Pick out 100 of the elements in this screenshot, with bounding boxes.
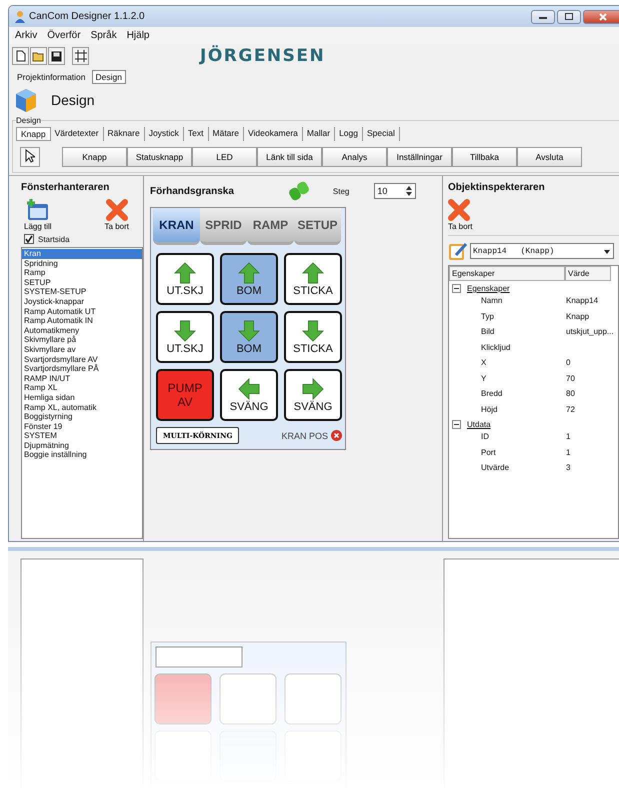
- list-item[interactable]: Joystick-knappar: [22, 296, 142, 307]
- maximize-icon: [565, 13, 573, 20]
- menu-item[interactable]: Hjälp: [126, 30, 150, 41]
- cube-icon: [13, 87, 39, 113]
- menu-item[interactable]: Språk: [90, 30, 117, 41]
- tab[interactable]: Special: [363, 127, 400, 141]
- panel-title: Objektinspekteraren: [448, 182, 546, 193]
- list-item[interactable]: Skivmyllare på: [22, 335, 142, 345]
- start-page-checkbox[interactable]: Startsida: [21, 231, 143, 247]
- list-item[interactable]: SYSTEM-SETUP: [22, 287, 142, 297]
- close-icon: [599, 12, 607, 20]
- tool-button[interactable]: Inställningar: [387, 147, 452, 167]
- list-item[interactable]: Hemliga sidan: [22, 392, 142, 402]
- list-item[interactable]: Spridning: [22, 258, 142, 268]
- property-value: Knapp: [566, 312, 590, 321]
- step-spinner[interactable]: 10: [374, 183, 416, 199]
- tool-button[interactable]: Tillbaka: [452, 147, 517, 167]
- delete-button[interactable]: Ta bort: [104, 199, 129, 231]
- tool-button[interactable]: Länk till sida: [257, 147, 322, 167]
- list-item[interactable]: Kran: [22, 249, 142, 259]
- panel-title: Fönsterhanteraren: [21, 182, 110, 193]
- list-item[interactable]: Boggistyrning: [22, 412, 142, 422]
- delete-button[interactable]: Ta bort: [448, 193, 619, 236]
- tab[interactable]: Räknare: [104, 127, 145, 141]
- delete-icon: [106, 199, 128, 221]
- step-label: Steg: [332, 186, 350, 196]
- menu-item[interactable]: Överför: [47, 30, 81, 41]
- control-button[interactable]: BOM: [220, 253, 278, 305]
- collapse-icon[interactable]: [452, 420, 461, 429]
- list-item[interactable]: Ramp: [22, 268, 142, 278]
- tab[interactable]: Mallar: [302, 127, 336, 141]
- tab[interactable]: Videokamera: [244, 127, 303, 141]
- list-item[interactable]: SETUP: [22, 278, 142, 288]
- control-button[interactable]: PUMP AV: [156, 369, 214, 421]
- list-item[interactable]: Ramp Automatik UT: [22, 306, 142, 316]
- person-icon: [15, 10, 25, 22]
- list-item[interactable]: Automatikmeny: [22, 326, 142, 336]
- list-item[interactable]: Ramp Automatik IN: [22, 316, 142, 326]
- object-dropdown[interactable]: Knapp14 (Knapp): [470, 243, 614, 259]
- property-value: utskjut_upp...: [566, 327, 614, 336]
- tab[interactable]: Design: [92, 70, 126, 84]
- tab[interactable]: Text: [184, 127, 209, 141]
- list-item[interactable]: SYSTEM: [22, 431, 142, 441]
- group-label: Egenskaper: [467, 284, 510, 293]
- preview-tab[interactable]: SETUP: [294, 208, 341, 245]
- property-value: 70: [566, 374, 575, 383]
- menu-item[interactable]: Arkiv: [15, 30, 38, 41]
- arrow-down-icon: [238, 320, 260, 342]
- preview-tab[interactable]: KRAN: [153, 208, 200, 245]
- list-item[interactable]: Fönster 19: [22, 422, 142, 432]
- tool-button[interactable]: Statusknapp: [127, 147, 192, 167]
- property-name: X: [481, 358, 488, 368]
- tab[interactable]: Joystick: [144, 127, 184, 141]
- frame-icon[interactable]: [72, 47, 89, 65]
- tool-button[interactable]: Avsluta: [517, 147, 582, 167]
- save-icon[interactable]: [48, 47, 65, 65]
- control-button[interactable]: SVÄNG: [220, 369, 278, 421]
- maximize-button[interactable]: [557, 10, 581, 24]
- tab[interactable]: Projektinformation: [13, 70, 90, 84]
- list-item[interactable]: RAMP IN/UT: [22, 374, 142, 384]
- list-item[interactable]: Svartjordsmyllare AV: [22, 354, 142, 364]
- collapse-icon[interactable]: [452, 284, 461, 293]
- add-window-icon: [26, 199, 50, 221]
- list-item[interactable]: Svartjordsmyllare PÅ: [22, 364, 142, 374]
- tab[interactable]: Mätare: [208, 127, 244, 141]
- list-item[interactable]: Boggie inställning: [22, 450, 142, 460]
- arrow-left-icon: [238, 378, 260, 400]
- close-button[interactable]: [583, 10, 619, 24]
- control-button[interactable]: UT.SKJ: [156, 253, 214, 305]
- list-item[interactable]: Skivmyllare av: [22, 344, 142, 355]
- control-button[interactable]: SVÄNG: [284, 369, 342, 421]
- control-button[interactable]: BOM: [220, 311, 278, 363]
- property-name: Port: [481, 448, 497, 457]
- tool-button[interactable]: Analys: [322, 147, 387, 167]
- minimize-button[interactable]: [531, 10, 555, 24]
- property-name: Y: [481, 374, 488, 383]
- checkbox[interactable]: [24, 234, 34, 244]
- arrow-up-icon: [174, 262, 196, 284]
- add-button[interactable]: Lägg till: [24, 199, 52, 231]
- tab[interactable]: Logg: [335, 127, 363, 141]
- tab[interactable]: Värdetexter: [50, 127, 104, 141]
- preview-tab[interactable]: SPRID: [200, 208, 247, 245]
- control-button[interactable]: STICKA: [284, 253, 342, 305]
- tool-button[interactable]: Knapp: [62, 147, 127, 167]
- new-file-icon[interactable]: [12, 47, 29, 65]
- error-icon: [331, 430, 342, 441]
- list-item[interactable]: Ramp XL, automatik: [22, 402, 142, 412]
- pointer-button[interactable]: [20, 147, 40, 167]
- status-text: KRAN POS: [281, 430, 328, 440]
- list-item[interactable]: Ramp XL: [22, 383, 142, 393]
- control-button[interactable]: UT.SKJ: [156, 311, 214, 363]
- group-label: Design: [16, 116, 41, 125]
- arrow-down-icon: [174, 320, 196, 342]
- control-button[interactable]: STICKA: [284, 311, 342, 363]
- preview-tab[interactable]: RAMP: [247, 208, 294, 245]
- property-value: 72: [566, 404, 575, 414]
- tab[interactable]: Knapp: [16, 127, 51, 141]
- list-item[interactable]: Djupmätning: [22, 440, 142, 450]
- tool-button[interactable]: LED: [192, 147, 257, 167]
- folder-icon[interactable]: [30, 47, 47, 65]
